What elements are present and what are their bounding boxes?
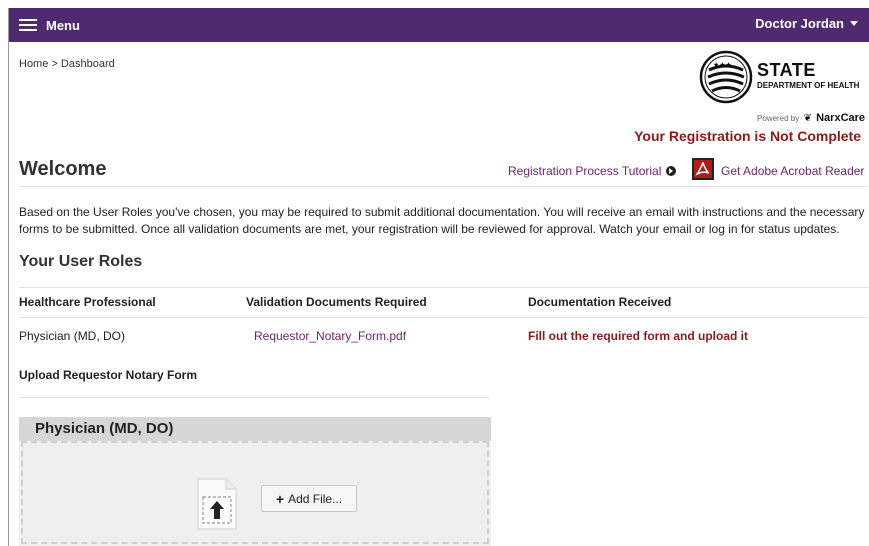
documentation-status: Fill out the required form and upload it [528,329,748,343]
intro-text: Based on the User Roles you've chosen, y… [19,205,865,236]
divider [19,186,868,187]
hamburger-icon [19,19,37,31]
powered-by-text: Powered by [757,114,800,123]
registration-incomplete-warning: Your Registration is Not Complete [634,128,861,144]
registration-tutorial-link[interactable]: Registration Process Tutorial [508,164,677,178]
upload-panel-title: Physician (MD, DO) [35,420,174,437]
menu-label: Menu [46,17,80,33]
page-frame: Menu Doctor Jordan Home > Dashboard ★★★ … [8,8,869,546]
column-header-healthcare-professional: Healthcare Professional [19,295,156,309]
menu-button[interactable]: Menu [19,15,80,35]
caret-down-icon [850,21,858,26]
column-header-validation-documents: Validation Documents Required [246,295,427,309]
breadcrumb-separator: > [51,58,58,70]
upload-panel: Physician (MD, DO) + Add File... [19,417,491,546]
state-seal-icon: ★★★ [699,50,753,104]
breadcrumb: Home > Dashboard [19,58,115,70]
narxcare-logo-icon: ❦ [803,113,812,124]
column-header-documentation-received: Documentation Received [528,295,672,309]
plus-icon: + [275,490,285,507]
divider [19,397,489,398]
tutorial-link-text: Registration Process Tutorial [508,164,662,178]
state-health-logo: ★★★ STATE DEPARTMENT OF HEALTH Powered b… [699,50,867,130]
breadcrumb-current: Dashboard [60,58,115,70]
table-cell-role: Physician (MD, DO) [19,329,126,343]
divider [19,287,868,288]
add-file-button[interactable]: + Add File... [261,485,357,512]
upload-section-heading: Upload Requestor Notary Form [19,368,198,382]
narxcare-brand-text: NarxCare [816,112,866,124]
notary-form-pdf-link[interactable]: Requestor_Notary_Form.pdf [254,329,406,343]
upload-file-icon [197,478,237,530]
arrow-right-circle-icon [666,166,677,176]
user-menu-dropdown[interactable]: Doctor Jordan [755,16,858,31]
breadcrumb-home-link[interactable]: Home [19,58,48,70]
adobe-acrobat-icon[interactable] [692,158,714,180]
divider [19,317,868,318]
user-roles-heading: Your User Roles [19,253,143,270]
logo-department-text: DEPARTMENT OF HEALTH [757,81,860,90]
user-name: Doctor Jordan [755,16,844,31]
file-dropzone[interactable]: + Add File... [21,441,489,544]
logo-state-text: STATE [757,60,816,80]
top-navigation-bar: Menu Doctor Jordan [9,8,869,42]
get-acrobat-reader-link[interactable]: Get Adobe Acrobat Reader [721,164,864,178]
page-title: Welcome [19,158,107,180]
svg-text:★★★: ★★★ [713,61,732,69]
powered-by: Powered by ❦ NarxCare [757,112,865,124]
add-file-label: Add File... [288,491,343,506]
upload-panel-header: Physician (MD, DO) [19,417,491,441]
